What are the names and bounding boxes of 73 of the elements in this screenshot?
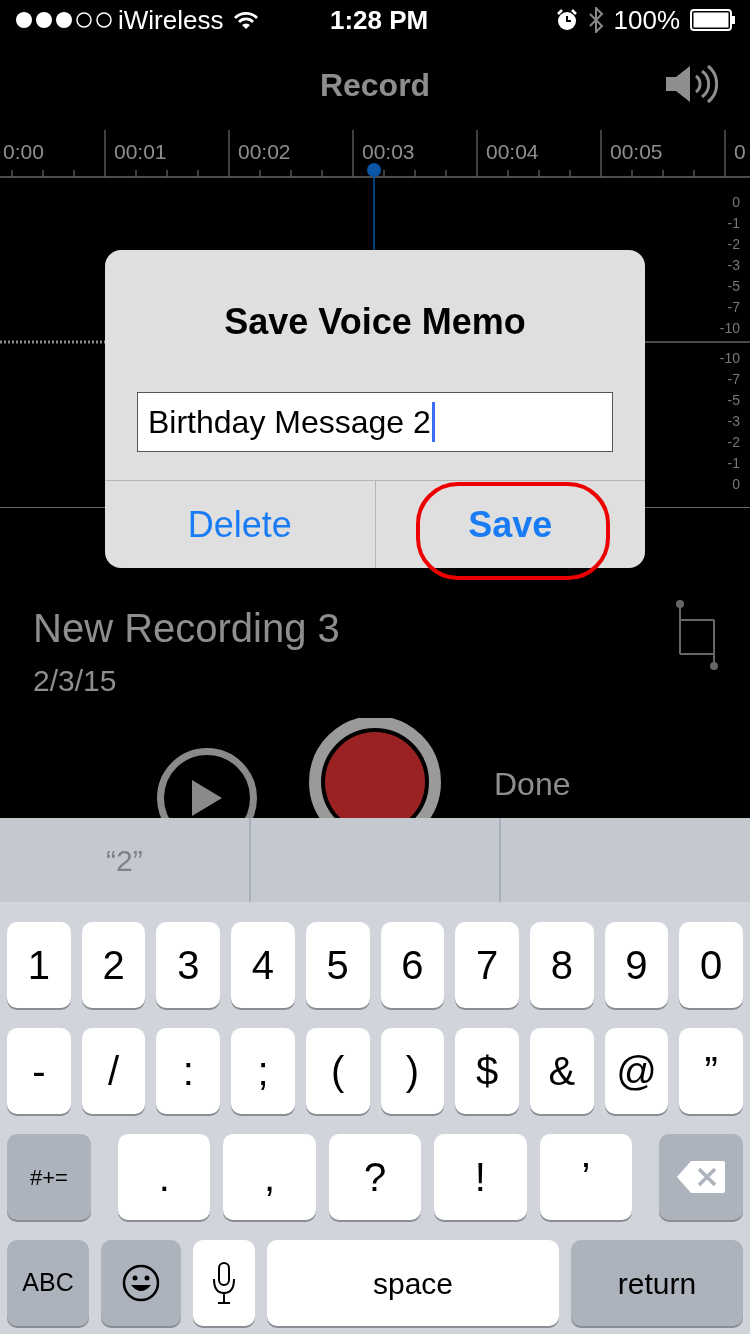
return-key[interactable]: return (571, 1240, 743, 1326)
battery-percent: 100% (613, 3, 680, 37)
dictation-key[interactable] (193, 1240, 255, 1326)
key[interactable]: & (529, 1028, 594, 1114)
time-label: 00:05 (610, 140, 663, 163)
level-label: -5 (727, 277, 740, 296)
key[interactable]: ? (328, 1134, 422, 1220)
key[interactable]: 6 (380, 922, 445, 1008)
key[interactable]: , (223, 1134, 316, 1220)
key[interactable]: 1 (7, 922, 71, 1008)
space-key[interactable]: space (267, 1240, 559, 1326)
level-label: -2 (727, 433, 740, 452)
trim-icon[interactable] (676, 600, 720, 672)
backspace-icon (675, 1159, 727, 1195)
key[interactable]: 8 (529, 922, 594, 1008)
level-label: -1 (727, 214, 740, 233)
abc-key[interactable]: ABC (7, 1240, 89, 1326)
dialog-title: Save Voice Memo (224, 300, 526, 344)
key[interactable]: ; (231, 1028, 295, 1114)
screen-title: Record (319, 66, 431, 105)
emoji-key[interactable] (101, 1240, 181, 1326)
recording-name: New Recording 3 (33, 605, 340, 652)
signal-icon (14, 10, 112, 30)
level-label: 0 (732, 193, 740, 212)
time-label: 00:04 (486, 140, 539, 163)
key[interactable]: 5 (305, 922, 370, 1008)
key[interactable]: ! (434, 1134, 527, 1220)
time-label: 0:00 (3, 140, 44, 163)
key[interactable]: 3 (156, 922, 221, 1008)
level-label: -7 (727, 370, 740, 389)
speaker-icon[interactable] (664, 62, 718, 106)
key[interactable]: 0 (679, 922, 744, 1008)
key[interactable]: $ (455, 1028, 519, 1114)
key[interactable]: 4 (231, 922, 295, 1008)
name-field[interactable]: Birthday Message 2 (137, 392, 613, 452)
carrier-name: iWireless (118, 3, 224, 37)
wifi-icon (233, 10, 260, 30)
bluetooth-icon (587, 7, 604, 33)
alarm-clock-icon (555, 9, 578, 31)
symbols-key[interactable]: #+= (7, 1134, 91, 1220)
level-label: -3 (727, 412, 740, 431)
time-label: 0 (734, 140, 746, 163)
key[interactable]: 2 (81, 922, 146, 1008)
level-label: -1 (727, 454, 740, 473)
recording-date: 2/3/15 (33, 663, 117, 699)
play-icon (190, 778, 224, 818)
level-label: 0 (732, 475, 740, 494)
level-label: -5 (727, 391, 740, 410)
key[interactable]: / (81, 1028, 146, 1114)
key[interactable]: ’ (539, 1134, 633, 1220)
text-cursor (431, 402, 435, 442)
clock-time: 1:28 PM (330, 3, 429, 37)
smiley-icon (121, 1263, 161, 1303)
time-label: 00:02 (238, 140, 291, 163)
level-label: -2 (727, 235, 740, 254)
level-label: -3 (727, 256, 740, 275)
level-label: -10 (719, 349, 740, 368)
key[interactable]: ( (305, 1028, 370, 1114)
key[interactable]: ” (679, 1028, 744, 1114)
key[interactable]: 7 (455, 922, 519, 1008)
time-label: 00:01 (114, 140, 167, 163)
key[interactable]: ) (380, 1028, 445, 1114)
key[interactable]: : (156, 1028, 221, 1114)
microphone-icon (211, 1261, 237, 1305)
key[interactable]: . (118, 1134, 211, 1220)
key[interactable]: @ (604, 1028, 669, 1114)
battery-icon (690, 9, 736, 31)
level-label: -10 (719, 319, 740, 338)
done-button[interactable]: Done (494, 760, 571, 808)
level-label: -7 (727, 298, 740, 317)
key[interactable]: - (7, 1028, 71, 1114)
time-label: 00:03 (362, 140, 415, 163)
key[interactable]: 9 (604, 922, 669, 1008)
